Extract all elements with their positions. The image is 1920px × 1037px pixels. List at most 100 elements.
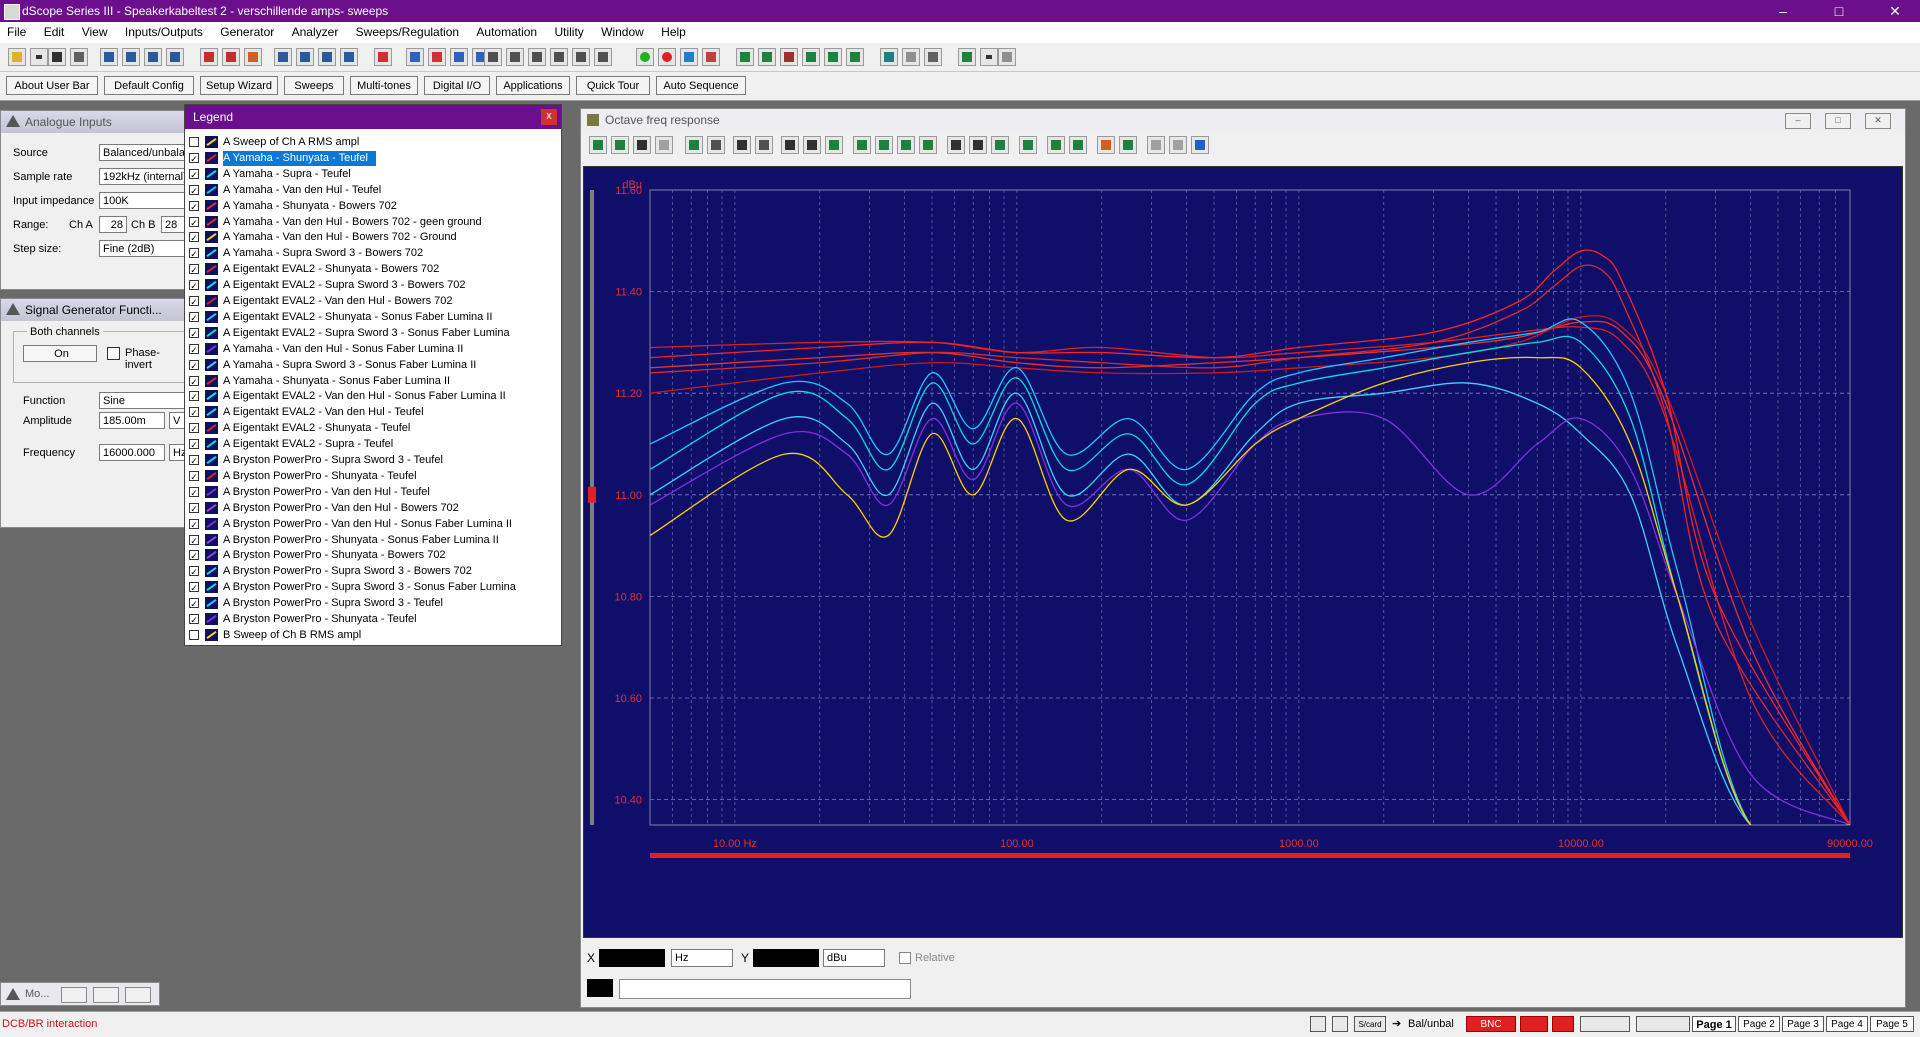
- page-tab-5[interactable]: Page 5: [1870, 1016, 1914, 1032]
- waveform-icon[interactable]: [846, 48, 864, 66]
- page-tab-3[interactable]: Page 3: [1782, 1016, 1824, 1032]
- meter-icon[interactable]: [484, 48, 502, 66]
- open-folder-icon[interactable]: [8, 48, 26, 66]
- menu-sweeps-regulation[interactable]: Sweeps/Regulation: [349, 22, 466, 39]
- dropdown-arrow-icon[interactable]: [30, 48, 48, 66]
- save-graph-icon[interactable]: [633, 136, 651, 154]
- source-select[interactable]: Balanced/unbala: [99, 144, 187, 161]
- legend-item-checkbox[interactable]: ✓: [189, 359, 199, 371]
- waveform-icon[interactable]: [736, 48, 754, 66]
- minimized-window[interactable]: Mo...: [0, 982, 160, 1006]
- quick-tour-button[interactable]: Quick Tour: [576, 76, 650, 95]
- meter-icon[interactable]: [528, 48, 546, 66]
- meter-icon[interactable]: [572, 48, 590, 66]
- sweep-icon[interactable]: [680, 48, 698, 66]
- save-all-icon[interactable]: [70, 48, 88, 66]
- dropdown-arrow-icon[interactable]: [980, 48, 998, 66]
- minimize-icon[interactable]: –: [1785, 113, 1811, 129]
- step-size-select[interactable]: Fine (2dB): [99, 240, 187, 257]
- cross-icon[interactable]: [374, 48, 392, 66]
- legend-item-checkbox[interactable]: ✓: [189, 614, 199, 625]
- trace-edit-icon[interactable]: [1119, 136, 1137, 154]
- waveform-icon[interactable]: [758, 48, 776, 66]
- trace-color-swatch[interactable]: [205, 199, 218, 212]
- menu-analyzer[interactable]: Analyzer: [285, 22, 346, 39]
- script-icon[interactable]: [902, 48, 920, 66]
- output-icon[interactable]: [144, 48, 162, 66]
- maximize-button[interactable]: □: [1816, 0, 1862, 22]
- legend-item-checkbox[interactable]: ✓: [189, 582, 199, 593]
- legend-title-bar[interactable]: Legend x: [185, 105, 561, 129]
- x-cursor-value[interactable]: [599, 949, 665, 967]
- close-icon[interactable]: [125, 987, 151, 1003]
- copy-icon[interactable]: [655, 136, 673, 154]
- legend-item-checkbox[interactable]: ✓: [189, 550, 199, 561]
- menu-inputs-outputs[interactable]: Inputs/Outputs: [118, 22, 210, 39]
- trace-color-swatch[interactable]: [205, 390, 218, 403]
- scale-icon[interactable]: [803, 136, 821, 154]
- trace-color-swatch[interactable]: [205, 438, 218, 451]
- legend-item-checkbox[interactable]: ✓: [189, 327, 199, 339]
- amplitude-field[interactable]: 185.00m: [99, 412, 165, 429]
- legend-item-checkbox[interactable]: ✓: [189, 280, 199, 291]
- legend-item-checkbox[interactable]: ✓: [189, 375, 199, 387]
- on-toggle[interactable]: On: [23, 345, 97, 362]
- save-icon[interactable]: [48, 48, 66, 66]
- legend-item-checkbox[interactable]: ✓: [189, 343, 199, 355]
- page-tab-4[interactable]: Page 4: [1826, 1016, 1868, 1032]
- limit-icon[interactable]: [1019, 136, 1037, 154]
- input-icon[interactable]: [274, 48, 292, 66]
- legend-item-checkbox[interactable]: ✓: [189, 502, 199, 514]
- trace-edit-icon[interactable]: [1097, 136, 1115, 154]
- marker-icon[interactable]: [991, 136, 1009, 154]
- y-unit-select[interactable]: dBu: [823, 949, 885, 967]
- default-config-button[interactable]: Default Config: [104, 76, 194, 95]
- legend-item-checkbox[interactable]: ✓: [189, 566, 199, 577]
- page-tab-1[interactable]: Page 1: [1692, 1016, 1736, 1032]
- menu-view[interactable]: View: [75, 22, 115, 39]
- menu-file[interactable]: File: [0, 22, 33, 39]
- meter-icon[interactable]: [550, 48, 568, 66]
- print-icon[interactable]: [998, 48, 1016, 66]
- plot-area[interactable]: 10.40 10.60 10.80 11.00 11.20 11.40 11.60 dBu 10…: [583, 166, 1903, 938]
- annotation-input[interactable]: [619, 979, 911, 999]
- restore-icon[interactable]: [61, 987, 87, 1003]
- bnc-indicator[interactable]: BNC: [1466, 1016, 1516, 1032]
- sweeps-button[interactable]: Sweeps: [284, 76, 344, 95]
- limit-icon[interactable]: [1047, 136, 1065, 154]
- legend-item-checkbox[interactable]: ✓: [189, 391, 199, 402]
- close-icon[interactable]: ✕: [1865, 113, 1891, 129]
- trace-color-swatch[interactable]: [205, 326, 218, 339]
- trace-color-swatch[interactable]: [205, 549, 218, 562]
- maximize-icon[interactable]: [93, 987, 119, 1003]
- auto-sequence-button[interactable]: Auto Sequence: [656, 76, 746, 95]
- multi-tones-button[interactable]: Multi-tones: [350, 76, 418, 95]
- trace-color-swatch[interactable]: [205, 183, 218, 196]
- legend-item-checkbox[interactable]: ✓: [189, 184, 199, 196]
- legend-item-checkbox[interactable]: ✓: [189, 264, 199, 275]
- y-cursor-value[interactable]: [753, 949, 819, 967]
- sample-rate-select[interactable]: 192kHz (internal): [99, 168, 187, 185]
- legend-item-checkbox[interactable]: ✓: [189, 486, 199, 498]
- analyzer-icon[interactable]: [450, 48, 468, 66]
- trace-color-swatch[interactable]: [205, 581, 218, 594]
- menu-window[interactable]: Window: [594, 22, 651, 39]
- x-unit-select[interactable]: Hz: [671, 949, 733, 967]
- legend-item-checkbox[interactable]: ✓: [189, 311, 199, 323]
- trace-color-swatch[interactable]: [205, 454, 218, 466]
- input-icon[interactable]: [340, 48, 358, 66]
- red-indicator[interactable]: [1520, 1016, 1548, 1032]
- cursor-icon[interactable]: [919, 136, 937, 154]
- trace-color-swatch[interactable]: [205, 263, 218, 276]
- waveform-icon[interactable]: [780, 48, 798, 66]
- scale-icon[interactable]: [825, 136, 843, 154]
- color-swatch[interactable]: [587, 979, 613, 997]
- meter-icon[interactable]: [594, 48, 612, 66]
- sweep-icon[interactable]: [702, 48, 720, 66]
- relative-checkbox[interactable]: [899, 952, 911, 964]
- legend-item-checkbox[interactable]: ✓: [189, 407, 199, 418]
- legend-item-checkbox[interactable]: ✓: [189, 296, 199, 307]
- trace-color-swatch[interactable]: [205, 628, 218, 641]
- applications-button[interactable]: Applications: [496, 76, 570, 95]
- trace-icon[interactable]: [755, 136, 773, 154]
